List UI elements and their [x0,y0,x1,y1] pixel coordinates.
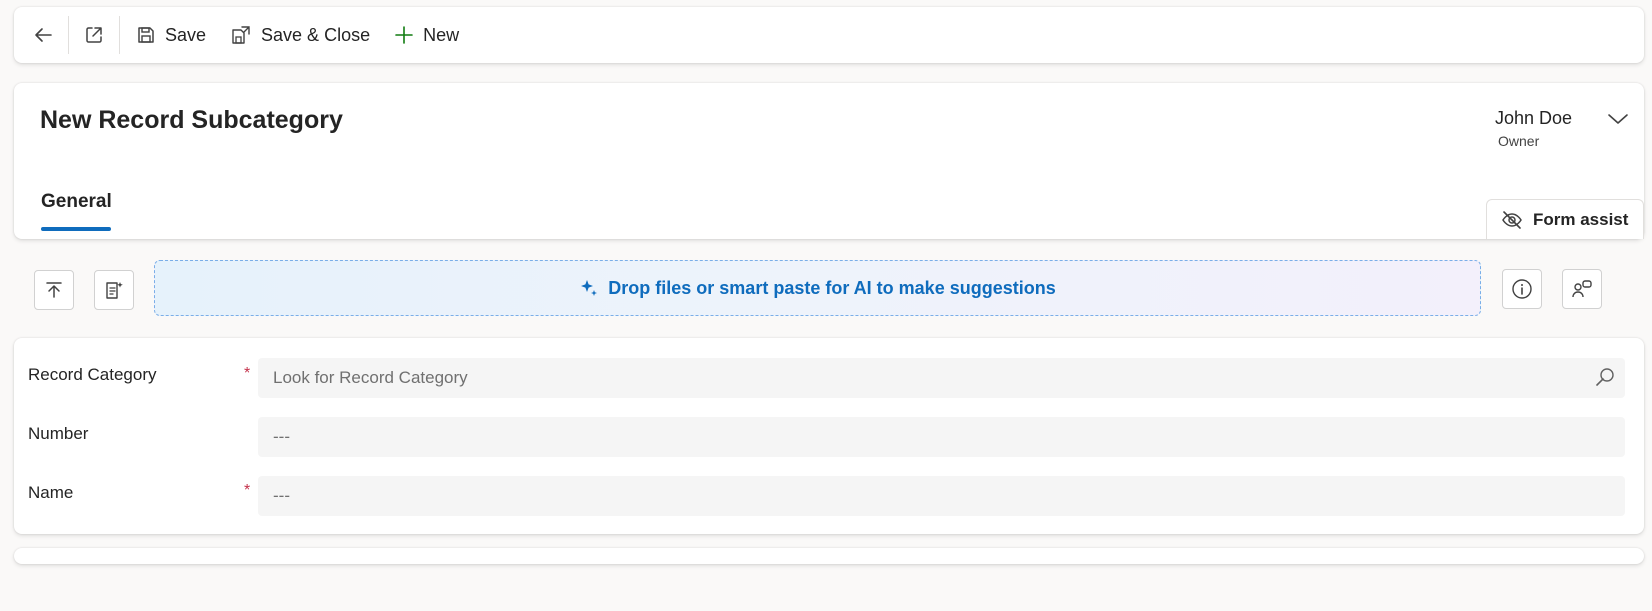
toolbar-divider [68,16,69,54]
general-section: Record Category * Number Name * [14,338,1644,534]
open-in-new-window-icon [86,27,102,43]
sparkle-icon [581,280,598,296]
owner-label: Owner [1498,133,1540,149]
owner-selector[interactable]: John Doe Owner [1495,108,1628,149]
name-input[interactable] [258,476,1625,516]
required-indicator: * [244,482,251,499]
upload-icon [46,282,62,298]
record-category-input[interactable] [258,358,1625,398]
tab-general[interactable]: General [41,191,112,239]
save-label: Save [165,24,207,45]
back-button[interactable] [22,15,64,55]
smart-paste-button[interactable] [94,270,134,310]
save-and-close-icon [232,26,250,44]
active-tab-indicator [41,227,111,231]
number-input[interactable] [258,417,1625,457]
form-assist-label: Form assist [1533,209,1629,229]
form-assist-button[interactable]: Form assist [1486,199,1644,239]
chevron-down-icon[interactable] [1607,112,1629,126]
info-icon [1512,279,1532,299]
plus-icon [395,26,413,44]
required-indicator: * [244,365,251,382]
new-label: New [423,24,460,45]
number-label: Number [28,424,89,443]
new-button[interactable]: New [382,15,471,55]
next-section [14,548,1644,564]
save-button[interactable]: Save [124,15,218,55]
arrow-left-icon [35,28,52,42]
toolbar-divider [119,16,120,54]
name-label: Name [28,483,74,502]
drop-zone-text: Drop files or smart paste for AI to make… [608,277,1056,298]
smart-paste-icon [106,282,123,299]
save-icon [138,27,154,43]
record-category-label: Record Category [28,365,157,384]
save-and-close-button[interactable]: Save & Close [218,15,382,55]
owner-name: John Doe [1495,108,1573,128]
page-title: New Record Subcategory [40,106,343,134]
ai-settings-button[interactable] [1562,269,1602,309]
save-and-close-label: Save & Close [261,24,371,45]
eye-off-icon [1502,210,1522,229]
command-bar: Save Save & Close New [14,7,1644,63]
info-button[interactable] [1502,269,1542,309]
record-header: New Record Subcategory John Doe Owner Ge… [14,83,1644,239]
search-icon[interactable] [1594,366,1616,388]
ai-drop-zone[interactable]: Drop files or smart paste for AI to make… [154,260,1481,316]
upload-button[interactable] [34,270,74,310]
open-new-window-button[interactable] [73,15,115,55]
person-feedback-icon [1572,280,1592,298]
